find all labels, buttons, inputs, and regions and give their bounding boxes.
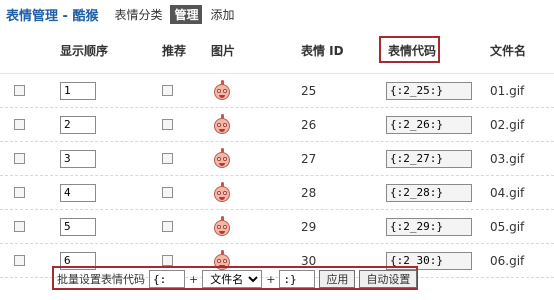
recommend-checkbox[interactable] (162, 85, 173, 96)
recommend-checkbox[interactable] (162, 187, 173, 198)
table-row: 28 04.gif (0, 176, 554, 210)
emoticon-table: 显示顺序 推荐 图片 表情 ID 表情代码 文件名 25 01.gif 26 0… (0, 28, 554, 278)
col-header-order: 显示顺序 (60, 44, 109, 58)
emoticon-code-input[interactable] (386, 115, 472, 134)
recommend-checkbox[interactable] (162, 221, 173, 232)
order-input[interactable] (60, 149, 96, 168)
batch-prefix-input[interactable] (149, 270, 185, 288)
batch-code-bar: 批量设置表情代码 + 文件名 + 应用 自动设置 (57, 270, 418, 288)
emoticon-code-input[interactable] (386, 149, 472, 168)
emoticon-id: 25 (301, 83, 317, 98)
page-header: 表情管理 - 酷猴 表情分类 管理 添加 (6, 4, 239, 24)
row-select-checkbox[interactable] (14, 187, 25, 198)
row-select-checkbox[interactable] (14, 221, 25, 232)
order-input[interactable] (60, 115, 96, 134)
batch-label: 批量设置表情代码 (57, 273, 145, 286)
row-select-checkbox[interactable] (14, 255, 25, 266)
sub-navigation: 表情分类 管理 添加 (110, 4, 238, 24)
filename: 01.gif (490, 83, 525, 98)
row-select-checkbox[interactable] (14, 153, 25, 164)
col-header-id: 表情 ID (301, 44, 344, 58)
table-header-row: 显示顺序 推荐 图片 表情 ID 表情代码 文件名 (0, 28, 554, 74)
tab-add[interactable]: 添加 (206, 5, 238, 24)
table-row: 25 01.gif (0, 74, 554, 108)
emoticon-image (211, 79, 233, 102)
order-input[interactable] (60, 183, 96, 202)
emoticon-code-input[interactable] (386, 183, 472, 202)
code-column-highlight (379, 36, 440, 63)
emoticon-image (211, 147, 233, 170)
recommend-checkbox[interactable] (162, 119, 173, 130)
emoticon-image (211, 215, 233, 238)
batch-field-select[interactable]: 文件名 (202, 270, 263, 288)
filename: 06.gif (490, 253, 525, 268)
filename: 04.gif (490, 185, 525, 200)
apply-button[interactable]: 应用 (319, 270, 356, 288)
order-input[interactable] (60, 81, 96, 100)
table-row: 27 03.gif (0, 142, 554, 176)
col-header-filename: 文件名 (490, 44, 527, 58)
emoticon-id: 27 (301, 151, 317, 166)
recommend-checkbox[interactable] (162, 255, 173, 266)
table-row: 26 02.gif (0, 108, 554, 142)
recommend-checkbox[interactable] (162, 153, 173, 164)
tab-categories[interactable]: 表情分类 (110, 5, 166, 24)
batch-suffix-input[interactable] (279, 270, 316, 288)
emoticon-image (211, 113, 233, 136)
emoticon-id: 29 (301, 219, 317, 234)
page-title: 表情管理 - 酷猴 (6, 8, 99, 24)
plus-sign: + (266, 272, 276, 286)
col-header-recommend: 推荐 (162, 44, 187, 58)
emoticon-id: 26 (301, 117, 317, 132)
row-select-checkbox[interactable] (14, 119, 25, 130)
filename: 03.gif (490, 151, 525, 166)
col-header-image: 图片 (211, 44, 236, 58)
tab-manage[interactable]: 管理 (170, 4, 203, 24)
row-select-checkbox[interactable] (14, 85, 25, 96)
auto-set-button[interactable]: 自动设置 (359, 270, 418, 288)
filename: 02.gif (490, 117, 525, 132)
order-input[interactable] (60, 217, 96, 236)
emoticon-code-input[interactable] (386, 217, 472, 236)
filename: 05.gif (490, 219, 525, 234)
emoticon-image (211, 181, 233, 204)
emoticon-id: 28 (301, 185, 317, 200)
table-row: 29 05.gif (0, 210, 554, 244)
emoticon-code-input[interactable] (386, 81, 472, 100)
plus-sign: + (189, 272, 199, 286)
